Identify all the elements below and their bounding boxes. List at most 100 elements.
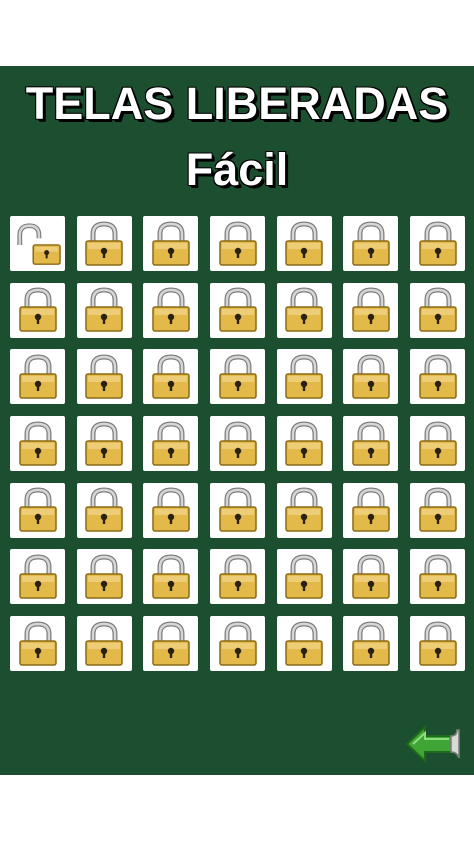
- padlock-icon: [352, 621, 390, 666]
- padlock-icon: [218, 354, 257, 399]
- open-padlock-icon: [16, 222, 61, 265]
- padlock-icon: [85, 220, 123, 266]
- padlock-icon: [18, 487, 57, 532]
- level-tile-locked[interactable]: [410, 549, 466, 605]
- level-tile-locked[interactable]: [143, 349, 199, 405]
- level-tile-locked[interactable]: [410, 349, 466, 405]
- level-tile-locked[interactable]: [143, 416, 199, 472]
- level-tile-locked[interactable]: [343, 616, 399, 672]
- padlock-icon: [285, 487, 323, 532]
- padlock-icon: [152, 354, 190, 399]
- level-tile-locked[interactable]: [410, 282, 466, 338]
- padlock-icon: [218, 487, 257, 532]
- padlock-icon: [85, 287, 123, 332]
- level-tile-locked[interactable]: [276, 549, 332, 605]
- level-tile-locked[interactable]: [76, 282, 132, 338]
- padlock-icon: [285, 354, 323, 399]
- padlock-icon: [352, 287, 390, 332]
- level-tile-locked[interactable]: [410, 416, 466, 472]
- padlock-icon: [18, 354, 57, 399]
- padlock-icon: [85, 487, 123, 532]
- padlock-icon: [218, 554, 257, 599]
- padlock-icon: [152, 421, 190, 466]
- level-tile-locked[interactable]: [343, 482, 399, 538]
- level-tile-locked[interactable]: [210, 416, 266, 472]
- padlock-icon: [418, 621, 457, 666]
- padlock-icon: [418, 354, 457, 399]
- back-arrow-icon: [405, 724, 460, 764]
- level-tile-locked[interactable]: [410, 482, 466, 538]
- padlock-icon: [352, 554, 390, 599]
- level-grid: [10, 216, 466, 672]
- padlock-icon: [218, 421, 257, 466]
- level-tile-locked[interactable]: [143, 482, 199, 538]
- level-tile-locked[interactable]: [276, 216, 332, 271]
- padlock-icon: [85, 354, 123, 399]
- padlock-icon: [352, 220, 390, 266]
- padlock-icon: [85, 621, 123, 666]
- level-tile-locked[interactable]: [410, 216, 466, 271]
- padlock-icon: [85, 554, 123, 599]
- level-tile-locked[interactable]: [276, 349, 332, 405]
- padlock-icon: [218, 220, 257, 266]
- level-tile-locked[interactable]: [10, 549, 65, 605]
- level-tile-locked[interactable]: [143, 549, 199, 605]
- padlock-icon: [285, 287, 323, 332]
- padlock-icon: [352, 354, 390, 399]
- padlock-icon: [352, 421, 390, 466]
- level-tile-locked[interactable]: [210, 482, 266, 538]
- level-tile-locked[interactable]: [76, 349, 132, 405]
- level-tile-locked[interactable]: [276, 616, 332, 672]
- level-tile-locked[interactable]: [210, 349, 266, 405]
- level-tile-locked[interactable]: [76, 616, 132, 672]
- level-tile-locked[interactable]: [10, 416, 65, 472]
- padlock-icon: [18, 287, 57, 332]
- level-tile-locked[interactable]: [343, 549, 399, 605]
- level-tile-unlocked[interactable]: [10, 216, 65, 271]
- level-tile-locked[interactable]: [343, 282, 399, 338]
- padlock-icon: [418, 287, 457, 332]
- padlock-icon: [85, 421, 123, 466]
- padlock-icon: [285, 554, 323, 599]
- level-tile-locked[interactable]: [76, 216, 132, 271]
- level-tile-locked[interactable]: [210, 616, 266, 672]
- level-tile-locked[interactable]: [143, 616, 199, 672]
- padlock-icon: [352, 487, 390, 532]
- level-tile-locked[interactable]: [343, 216, 399, 271]
- level-tile-locked[interactable]: [210, 216, 266, 271]
- level-tile-locked[interactable]: [143, 216, 199, 271]
- difficulty-label: Fácil: [185, 144, 289, 195]
- padlock-icon: [18, 421, 57, 466]
- padlock-icon: [285, 621, 323, 666]
- level-tile-locked[interactable]: [10, 616, 65, 672]
- page-title: TELAS LIBERADAS: [25, 78, 449, 129]
- level-tile-locked[interactable]: [143, 282, 199, 338]
- padlock-icon: [152, 287, 190, 332]
- padlock-icon: [152, 621, 190, 666]
- padlock-icon: [18, 554, 57, 599]
- padlock-icon: [152, 487, 190, 532]
- padlock-icon: [218, 621, 257, 666]
- level-tile-locked[interactable]: [276, 482, 332, 538]
- padlock-icon: [285, 421, 323, 466]
- padlock-icon: [218, 287, 257, 332]
- padlock-icon: [18, 621, 57, 666]
- level-tile-locked[interactable]: [210, 549, 266, 605]
- level-tile-locked[interactable]: [10, 349, 65, 405]
- back-button[interactable]: [405, 724, 461, 764]
- level-tile-locked[interactable]: [76, 549, 132, 605]
- padlock-icon: [418, 220, 457, 266]
- level-tile-locked[interactable]: [276, 416, 332, 472]
- level-tile-locked[interactable]: [76, 482, 132, 538]
- level-tile-locked[interactable]: [343, 349, 399, 405]
- level-tile-locked[interactable]: [10, 282, 65, 338]
- padlock-icon: [418, 487, 457, 532]
- padlock-icon: [285, 220, 323, 266]
- level-tile-locked[interactable]: [276, 282, 332, 338]
- level-tile-locked[interactable]: [210, 282, 266, 338]
- level-tile-locked[interactable]: [410, 616, 466, 672]
- level-tile-locked[interactable]: [343, 416, 399, 472]
- level-tile-locked[interactable]: [76, 416, 132, 472]
- padlock-icon: [418, 421, 457, 466]
- level-tile-locked[interactable]: [10, 482, 65, 538]
